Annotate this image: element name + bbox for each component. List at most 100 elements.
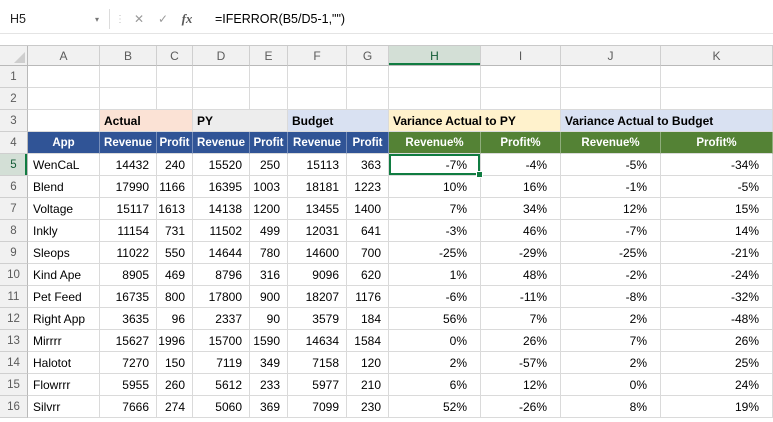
cell[interactable] [250, 88, 288, 110]
cell-J10[interactable]: -2% [561, 264, 661, 286]
column-header-I[interactable]: I [481, 46, 561, 66]
cell-C10[interactable]: 469 [157, 264, 193, 286]
formula-input[interactable]: =IFERROR(B5/D5-1,"") [199, 12, 345, 26]
column-header-B[interactable]: B [100, 46, 157, 66]
cell[interactable] [561, 88, 661, 110]
cell-app-13[interactable]: Mirrrr [28, 330, 100, 352]
column-header-D[interactable]: D [193, 46, 250, 66]
cell-J15[interactable]: 0% [561, 374, 661, 396]
cell[interactable] [561, 66, 661, 88]
cell-I16[interactable]: -26% [481, 396, 561, 418]
column-label[interactable]: Profit [347, 132, 389, 154]
cell-K7[interactable]: 15% [661, 198, 773, 220]
cell-C7[interactable]: 1613 [157, 198, 193, 220]
cell-I13[interactable]: 26% [481, 330, 561, 352]
cell[interactable] [100, 66, 157, 88]
cell-C9[interactable]: 550 [157, 242, 193, 264]
cell-C14[interactable]: 150 [157, 352, 193, 374]
cell-D14[interactable]: 7119 [193, 352, 250, 374]
cell-F5[interactable]: 15113 [288, 154, 347, 176]
cell-K6[interactable]: -5% [661, 176, 773, 198]
cell-C12[interactable]: 96 [157, 308, 193, 330]
cell-E6[interactable]: 1003 [250, 176, 288, 198]
row-header-13[interactable]: 13 [0, 330, 28, 352]
cell[interactable] [288, 66, 347, 88]
cell-I11[interactable]: -11% [481, 286, 561, 308]
row-header-2[interactable]: 2 [0, 88, 28, 110]
column-header-H[interactable]: H [389, 46, 481, 66]
column-header-A[interactable]: A [28, 46, 100, 66]
row-header-15[interactable]: 15 [0, 374, 28, 396]
cell-G14[interactable]: 120 [347, 352, 389, 374]
cell-B12[interactable]: 3635 [100, 308, 157, 330]
cell-E10[interactable]: 316 [250, 264, 288, 286]
cell-G10[interactable]: 620 [347, 264, 389, 286]
cell-I7[interactable]: 34% [481, 198, 561, 220]
cell-D13[interactable]: 15700 [193, 330, 250, 352]
cell-F10[interactable]: 9096 [288, 264, 347, 286]
cell[interactable] [157, 66, 193, 88]
cell-F9[interactable]: 14600 [288, 242, 347, 264]
cell-I15[interactable]: 12% [481, 374, 561, 396]
row-header-7[interactable]: 7 [0, 198, 28, 220]
row-header-4[interactable]: 4 [0, 132, 28, 154]
cell-J8[interactable]: -7% [561, 220, 661, 242]
cell[interactable] [28, 88, 100, 110]
cell-E8[interactable]: 499 [250, 220, 288, 242]
cell-app-8[interactable]: Inkly [28, 220, 100, 242]
cell-E9[interactable]: 780 [250, 242, 288, 264]
band-variance-budget[interactable]: Variance Actual to Budget [561, 110, 773, 132]
cell-F12[interactable]: 3579 [288, 308, 347, 330]
cell-H8[interactable]: -3% [389, 220, 481, 242]
cell-G7[interactable]: 1400 [347, 198, 389, 220]
cell-H16[interactable]: 52% [389, 396, 481, 418]
cell-H15[interactable]: 6% [389, 374, 481, 396]
cell[interactable] [100, 88, 157, 110]
cell-D15[interactable]: 5612 [193, 374, 250, 396]
cell-C15[interactable]: 260 [157, 374, 193, 396]
cell-B7[interactable]: 15117 [100, 198, 157, 220]
cell-I6[interactable]: 16% [481, 176, 561, 198]
cell-app-9[interactable]: Sleops [28, 242, 100, 264]
cell-G15[interactable]: 210 [347, 374, 389, 396]
cell-B6[interactable]: 17990 [100, 176, 157, 198]
cell-K16[interactable]: 19% [661, 396, 773, 418]
cell-E5[interactable]: 250 [250, 154, 288, 176]
cell[interactable] [389, 66, 481, 88]
cell-G8[interactable]: 641 [347, 220, 389, 242]
cell-app-10[interactable]: Kind Ape [28, 264, 100, 286]
cell[interactable] [28, 66, 100, 88]
row-header-14[interactable]: 14 [0, 352, 28, 374]
cell-G13[interactable]: 1584 [347, 330, 389, 352]
cell-E12[interactable]: 90 [250, 308, 288, 330]
band-py[interactable]: PY [193, 110, 288, 132]
cell-C6[interactable]: 1166 [157, 176, 193, 198]
cell-K12[interactable]: -48% [661, 308, 773, 330]
cell-H13[interactable]: 0% [389, 330, 481, 352]
cell-app-16[interactable]: Silvrr [28, 396, 100, 418]
cell-C13[interactable]: 1996 [157, 330, 193, 352]
cell[interactable] [288, 88, 347, 110]
cell-K11[interactable]: -32% [661, 286, 773, 308]
column-header-C[interactable]: C [157, 46, 193, 66]
cell-B5[interactable]: 14432 [100, 154, 157, 176]
row-header-10[interactable]: 10 [0, 264, 28, 286]
cell-C8[interactable]: 731 [157, 220, 193, 242]
cell-J16[interactable]: 8% [561, 396, 661, 418]
row-header-1[interactable]: 1 [0, 66, 28, 88]
row-header-9[interactable]: 9 [0, 242, 28, 264]
cell-D9[interactable]: 14644 [193, 242, 250, 264]
cell-G11[interactable]: 1176 [347, 286, 389, 308]
cell-D6[interactable]: 16395 [193, 176, 250, 198]
row-header-12[interactable]: 12 [0, 308, 28, 330]
cell-E11[interactable]: 900 [250, 286, 288, 308]
insert-function-icon[interactable]: fx [175, 7, 199, 31]
cell-B8[interactable]: 11154 [100, 220, 157, 242]
cell-B9[interactable]: 11022 [100, 242, 157, 264]
cell-app-15[interactable]: Flowrrr [28, 374, 100, 396]
cell-J6[interactable]: -1% [561, 176, 661, 198]
cell-C16[interactable]: 274 [157, 396, 193, 418]
cell-H12[interactable]: 56% [389, 308, 481, 330]
row-header-6[interactable]: 6 [0, 176, 28, 198]
column-label[interactable]: Revenue% [389, 132, 481, 154]
